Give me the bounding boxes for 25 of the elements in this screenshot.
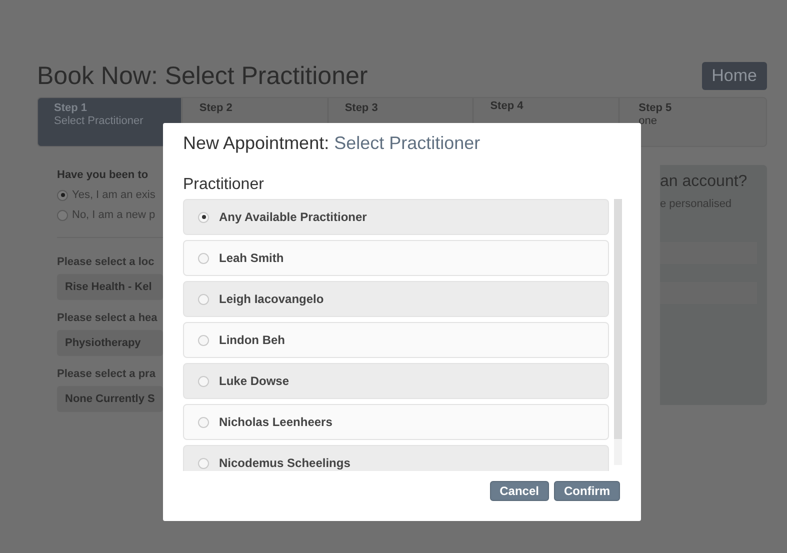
practitioner-option[interactable]: Luke Dowse xyxy=(183,363,609,399)
cancel-button[interactable]: Cancel xyxy=(490,481,549,501)
practitioner-option[interactable]: Leigh Iacovangelo xyxy=(183,281,609,317)
select-label: Please select a hea xyxy=(57,312,158,324)
question-label: Have you been to xyxy=(57,169,150,181)
radio-button[interactable] xyxy=(57,190,68,200)
step-tab[interactable]: Step 1 Select Practitioner xyxy=(37,97,182,147)
scrollbar[interactable] xyxy=(614,199,622,465)
practitioner-option[interactable]: Leah Smith xyxy=(183,240,609,276)
home-button[interactable]: Home xyxy=(702,62,767,90)
panel-title: an account? xyxy=(660,173,748,191)
select-field[interactable]: Rise Health - Kel xyxy=(57,274,163,300)
field-label: Practitioner xyxy=(183,176,265,194)
practitioner-option[interactable]: Any Available Practitioner xyxy=(183,199,609,235)
confirm-button[interactable]: Confirm xyxy=(554,481,620,501)
practitioner-option[interactable]: Nicodemus Scheelings xyxy=(183,445,609,471)
page-title: Book Now: Select Practitioner xyxy=(37,62,368,90)
select-field[interactable]: None Currently S xyxy=(57,386,163,412)
select-label: Please select a loc xyxy=(57,256,156,268)
radio-button[interactable] xyxy=(57,210,68,220)
select-field[interactable]: Physiotherapy xyxy=(57,330,163,356)
practitioner-option[interactable]: Lindon Beh xyxy=(183,322,609,358)
step-tab[interactable]: Step 5 one xyxy=(618,97,768,147)
select-label: Please select a pra xyxy=(57,368,156,380)
practitioner-option[interactable]: Nicholas Leenheers xyxy=(183,404,609,440)
